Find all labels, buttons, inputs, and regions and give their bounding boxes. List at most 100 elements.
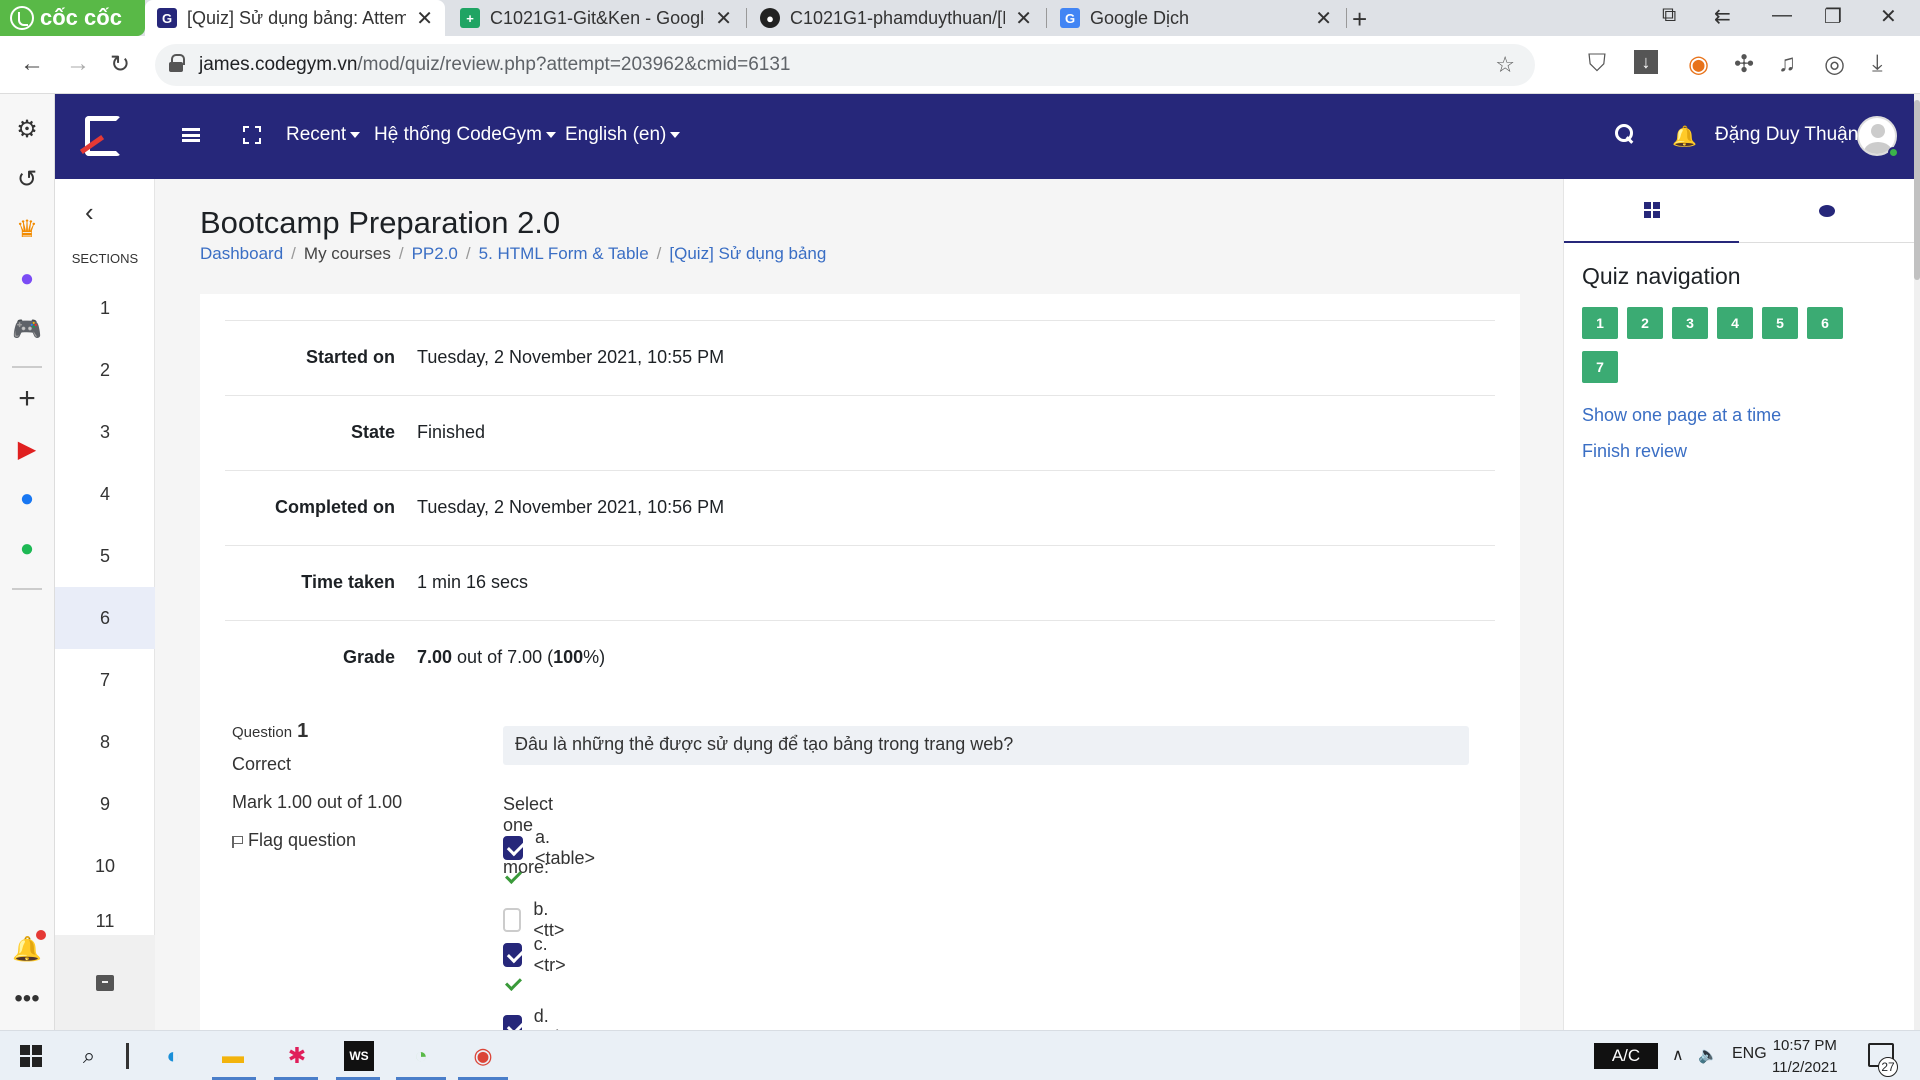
webstorm-icon[interactable]: WS	[344, 1041, 374, 1071]
chevron-up-icon[interactable]: ∧	[1672, 1045, 1684, 1065]
breadcrumb-dashboard[interactable]: Dashboard	[200, 244, 283, 263]
quiz-nav-button[interactable]: 7	[1582, 351, 1618, 383]
tab-quiz[interactable]: G [Quiz] Sử dụng bảng: Attemp ✕	[145, 0, 445, 36]
section-item[interactable]: 9	[55, 773, 155, 835]
minimize-icon[interactable]: —	[1772, 4, 1792, 27]
tab-google-translate[interactable]: G Google Dịch ✕	[1048, 0, 1344, 36]
language-indicator[interactable]: ENG	[1732, 1045, 1767, 1063]
quiz-nav-button[interactable]: 3	[1672, 307, 1708, 339]
coccoc-ext-icon[interactable]: ◉	[1688, 50, 1709, 79]
user-name[interactable]: Đặng Duy Thuận	[1715, 124, 1858, 146]
add-app-icon[interactable]: +	[12, 382, 42, 415]
question-anchor: Đâu là những thẻ được sử dụng để tạo bản…	[200, 0, 1469, 1047]
search-tabs-icon[interactable]: ⧉	[1662, 4, 1676, 27]
breadcrumb-course[interactable]: PP2.0	[412, 244, 458, 263]
puzzle-extensions-icon[interactable]: ✣	[1734, 50, 1754, 79]
tab-github[interactable]: ● C1021G1-phamduythuan/[Bà ✕	[748, 0, 1044, 36]
search-icon[interactable]	[1615, 124, 1633, 142]
section-item[interactable]: 7	[55, 649, 155, 711]
fullscreen-icon[interactable]	[243, 126, 261, 144]
slack-icon[interactable]: ✱	[282, 1041, 312, 1071]
section-item[interactable]: 3	[55, 401, 155, 463]
search-icon[interactable]: ⌕	[74, 1041, 104, 1071]
reload-icon[interactable]: ↻	[110, 50, 130, 79]
facebook-icon[interactable]: ●	[12, 484, 42, 514]
answer-option-c[interactable]: c. <tr>	[503, 934, 571, 976]
tab-messages[interactable]	[1739, 179, 1914, 243]
ac-indicator[interactable]: A/C	[1594, 1043, 1658, 1069]
coccoc-brand[interactable]: cốc cốc	[0, 0, 145, 36]
finish-review-link[interactable]: Finish review	[1582, 441, 1687, 462]
close-tab-icon[interactable]: ✕	[715, 6, 732, 31]
quiz-nav-button[interactable]: 5	[1762, 307, 1798, 339]
new-tab-icon[interactable]: +	[1352, 4, 1367, 35]
breadcrumb-quiz[interactable]: [Quiz] Sử dụng bảng	[669, 244, 826, 263]
notification-dot	[36, 930, 46, 940]
spotify-icon[interactable]: ●	[12, 534, 42, 564]
volume-icon[interactable]: 🔈	[1698, 1045, 1718, 1065]
system-menu[interactable]: Hệ thống CodeGym	[374, 124, 556, 146]
section-item[interactable]: 5	[55, 525, 155, 587]
checkbox-unchecked[interactable]	[503, 908, 522, 932]
chevron-left-icon[interactable]: ‹	[85, 197, 94, 228]
windows-start-icon[interactable]	[16, 1041, 46, 1071]
forward-arrow-icon[interactable]: →	[66, 50, 90, 78]
codegym-logo-icon[interactable]	[79, 112, 127, 160]
checkbox-checked[interactable]	[503, 943, 522, 967]
close-tab-icon[interactable]: ✕	[1315, 6, 1332, 31]
crown-icon[interactable]: ♛	[12, 214, 42, 244]
menu-hamburger-icon[interactable]	[182, 128, 200, 142]
more-options-icon[interactable]: •••	[12, 984, 42, 1014]
edge-icon[interactable]: ◐	[158, 1041, 188, 1071]
back-arrow-icon[interactable]: ←	[20, 50, 44, 78]
quiz-navigation-drawer: Quiz navigation 1 2 3 4 5 6 7 Show one p…	[1563, 179, 1915, 1030]
messenger-icon[interactable]: ●	[12, 264, 42, 294]
url-input[interactable]: james.codegym.vn/mod/quiz/review.php?att…	[155, 44, 1535, 86]
scrollbar-thumb[interactable]	[1914, 100, 1920, 280]
section-item[interactable]: 1	[55, 277, 155, 339]
download-ext-icon[interactable]: ↓	[1634, 50, 1658, 74]
breadcrumb-section[interactable]: 5. HTML Form & Table	[479, 244, 649, 263]
restore-icon[interactable]: ❐	[1824, 4, 1842, 29]
quiz-nav-button[interactable]: 6	[1807, 307, 1843, 339]
coccoc-taskbar-icon[interactable]: ◔	[406, 1041, 436, 1071]
tab-google-sheets[interactable]: + C1021G1-Git&Ken - Google ✕	[448, 0, 744, 36]
gamepad-icon[interactable]: 🎮	[12, 314, 42, 344]
sheets-favicon-icon: +	[460, 8, 480, 28]
bookmark-star-icon[interactable]: ☆	[1495, 52, 1515, 78]
playlist-icon[interactable]: ♫	[1778, 50, 1796, 78]
section-item[interactable]: 11	[55, 897, 155, 935]
recent-label: Recent	[286, 124, 347, 145]
section-item[interactable]: 2	[55, 339, 155, 401]
section-item[interactable]: 10	[55, 835, 155, 897]
archive-button[interactable]	[55, 935, 155, 1030]
breadcrumb-my-courses: My courses	[303, 244, 391, 263]
history-icon[interactable]: ↺	[12, 164, 42, 194]
shield-icon[interactable]: ⛉	[1588, 50, 1606, 78]
close-window-icon[interactable]: ✕	[1880, 4, 1897, 29]
flag-question-link[interactable]: Flag question	[232, 830, 356, 851]
profile-icon[interactable]: ◎	[1824, 50, 1845, 79]
checkbox-checked[interactable]	[503, 836, 523, 860]
chrome-icon[interactable]: ◉	[468, 1041, 498, 1071]
quiz-nav-button[interactable]: 1	[1582, 307, 1618, 339]
quiz-nav-button[interactable]: 4	[1717, 307, 1753, 339]
section-item-active[interactable]: 6	[55, 587, 155, 649]
youtube-icon[interactable]: ▶	[12, 434, 42, 464]
close-tab-icon[interactable]: ✕	[1015, 6, 1032, 31]
tab-back-icon[interactable]: ⇇	[1714, 4, 1731, 29]
file-explorer-icon[interactable]: ▬	[218, 1041, 248, 1071]
quiz-nav-button[interactable]: 2	[1627, 307, 1663, 339]
close-tab-icon[interactable]: ✕	[416, 6, 433, 31]
language-menu[interactable]: English (en)	[565, 124, 681, 146]
answer-option-a[interactable]: a. <table>	[503, 827, 599, 869]
show-one-page-link[interactable]: Show one page at a time	[1582, 405, 1781, 426]
clock[interactable]: 10:57 PM 11/2/2021	[1772, 1035, 1838, 1079]
section-item[interactable]: 4	[55, 463, 155, 525]
downloads-icon[interactable]: ⤓	[1872, 50, 1883, 78]
tab-blocks[interactable]	[1564, 179, 1739, 243]
recent-menu[interactable]: Recent	[286, 124, 361, 146]
settings-gear-icon[interactable]: ⚙	[12, 114, 42, 144]
bell-icon[interactable]: 🔔	[1672, 124, 1697, 149]
section-item[interactable]: 8	[55, 711, 155, 773]
